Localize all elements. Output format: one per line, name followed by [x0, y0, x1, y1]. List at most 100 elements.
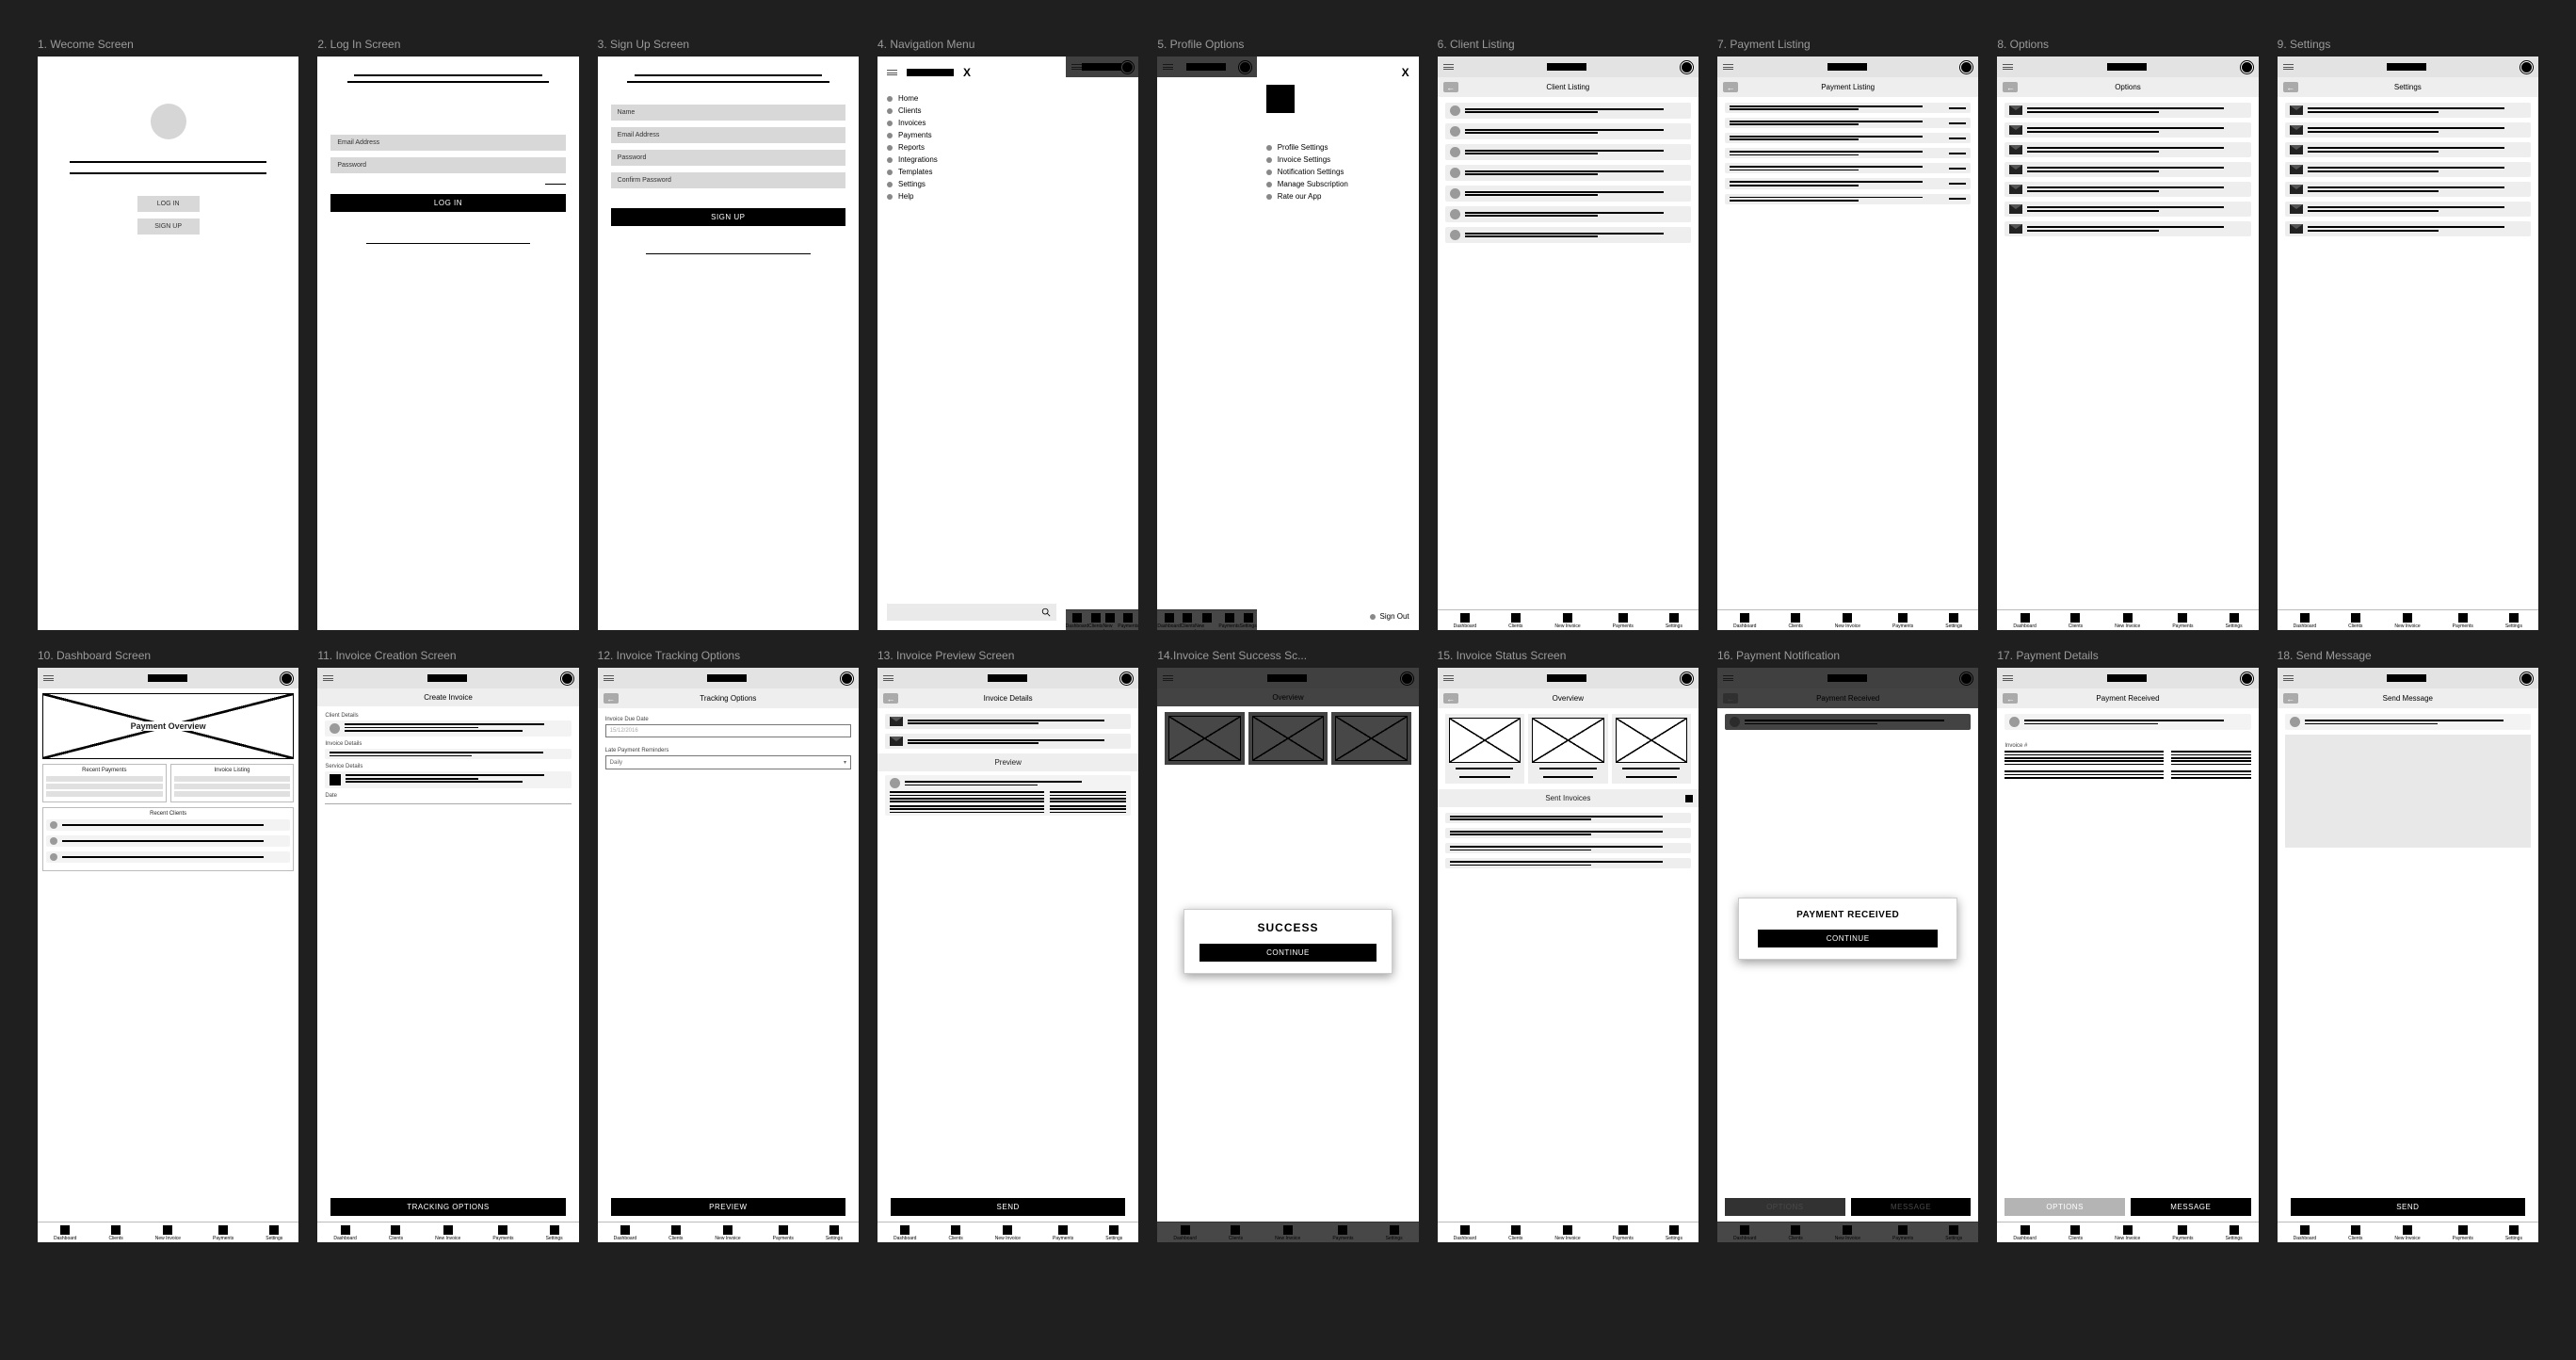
login-cell: 2. Log In Screen Email Address Password …: [317, 38, 578, 630]
list-item[interactable]: [2285, 221, 2531, 236]
nav-item[interactable]: Home: [887, 92, 1056, 105]
close-icon[interactable]: X: [963, 66, 971, 79]
tracking-options-button[interactable]: TRACKING OPTIONS: [330, 1198, 565, 1216]
list-item[interactable]: [1445, 165, 1691, 181]
back-button[interactable]: ←: [1723, 82, 1738, 92]
list-item[interactable]: [1445, 103, 1691, 119]
list-item[interactable]: [1725, 178, 1971, 188]
list-item[interactable]: [2285, 182, 2531, 197]
search-icon[interactable]: [1041, 607, 1051, 617]
avatar-icon[interactable]: [1681, 61, 1693, 73]
hamburger-icon[interactable]: [1443, 64, 1454, 70]
filter-icon[interactable]: [1685, 795, 1693, 802]
nav-item[interactable]: Payments: [887, 129, 1056, 141]
preview-button[interactable]: PREVIEW: [611, 1198, 845, 1216]
list-item[interactable]: [1445, 858, 1691, 868]
back-button[interactable]: ←: [2283, 693, 2298, 704]
email-field[interactable]: Email Address: [330, 135, 565, 151]
back-button[interactable]: ←: [1443, 693, 1458, 704]
list-item[interactable]: [1445, 206, 1691, 222]
profile-item[interactable]: Rate our App: [1266, 190, 1409, 202]
list-item[interactable]: [2004, 122, 2250, 138]
profile-item[interactable]: Manage Subscription: [1266, 178, 1409, 190]
name-field[interactable]: Name: [611, 105, 845, 121]
list-item[interactable]: [2004, 162, 2250, 177]
options-button[interactable]: OPTIONS: [2004, 1198, 2125, 1216]
list-item[interactable]: [1725, 194, 1971, 204]
list-item[interactable]: [2285, 142, 2531, 157]
tab-item[interactable]: Clients: [1508, 613, 1522, 629]
email-field[interactable]: Email Address: [611, 127, 845, 143]
list-item[interactable]: [1445, 227, 1691, 243]
tab-item[interactable]: Dashboard: [1454, 613, 1476, 629]
tab-item[interactable]: Settings: [1666, 613, 1682, 629]
invoice-status-frame: ←Overview Sent Invoices DashboardClients…: [1438, 668, 1699, 1241]
list-item[interactable]: [1445, 186, 1691, 202]
message-button[interactable]: MESSAGE: [2131, 1198, 2251, 1216]
password-field[interactable]: Password: [611, 150, 845, 166]
confirm-password-field[interactable]: Confirm Password: [611, 172, 845, 188]
hamburger-icon[interactable]: [1723, 64, 1733, 70]
profile-item[interactable]: Invoice Settings: [1266, 154, 1409, 166]
list-item[interactable]: [2004, 103, 2250, 118]
continue-button[interactable]: CONTINUE: [1758, 930, 1938, 947]
profile-item[interactable]: Notification Settings: [1266, 166, 1409, 178]
list-item[interactable]: [2004, 202, 2250, 217]
list-item[interactable]: [1725, 163, 1971, 173]
list-item[interactable]: [2285, 162, 2531, 177]
screen-label: 5. Profile Options: [1157, 38, 1418, 51]
back-button[interactable]: ←: [1443, 82, 1458, 92]
nav-item[interactable]: Integrations: [887, 154, 1056, 166]
list-item[interactable]: [885, 734, 1131, 749]
stat-card[interactable]: [1445, 714, 1524, 784]
signup-button[interactable]: SIGN UP: [137, 219, 200, 235]
due-date-input[interactable]: 15/12/2016: [605, 724, 851, 737]
tab-item[interactable]: Payments: [1613, 613, 1634, 629]
list-item[interactable]: [1445, 123, 1691, 139]
back-button[interactable]: ←: [2003, 693, 2018, 704]
login-button[interactable]: LOG IN: [137, 196, 200, 212]
message-textarea[interactable]: [2285, 735, 2531, 848]
profile-item[interactable]: Profile Settings: [1266, 141, 1409, 154]
back-button[interactable]: ←: [604, 693, 619, 704]
avatar-icon[interactable]: [1960, 61, 1972, 73]
nav-item[interactable]: Settings: [887, 178, 1056, 190]
list-item[interactable]: [2285, 103, 2531, 118]
list-item[interactable]: [1725, 133, 1971, 143]
stat-card[interactable]: [1612, 714, 1691, 784]
list-item[interactable]: [2004, 182, 2250, 197]
list-item[interactable]: [885, 714, 1131, 729]
section-label: Service Details: [325, 764, 571, 769]
list-item[interactable]: [2004, 142, 2250, 157]
login-submit[interactable]: LOG IN: [330, 194, 565, 212]
tab-item[interactable]: New Invoice: [1554, 613, 1580, 629]
send-button[interactable]: SEND: [2291, 1198, 2525, 1216]
list-item[interactable]: [1725, 118, 1971, 128]
nav-item[interactable]: Templates: [887, 166, 1056, 178]
hamburger-icon[interactable]: [887, 70, 897, 75]
list-item[interactable]: [1445, 144, 1691, 160]
list-item[interactable]: [1445, 813, 1691, 823]
back-button[interactable]: ←: [883, 693, 898, 704]
nav-item[interactable]: Reports: [887, 141, 1056, 154]
list-item[interactable]: [1445, 843, 1691, 853]
reminder-select[interactable]: Daily▾: [605, 755, 851, 769]
nav-item[interactable]: Invoices: [887, 117, 1056, 129]
password-field[interactable]: Password: [330, 157, 565, 173]
nav-item[interactable]: Help: [887, 190, 1056, 202]
signup-submit[interactable]: SIGN UP: [611, 208, 845, 226]
nav-item[interactable]: Clients: [887, 105, 1056, 117]
list-item[interactable]: [2285, 202, 2531, 217]
signout-button[interactable]: Sign Out: [1370, 612, 1409, 621]
list-item[interactable]: [1725, 103, 1971, 113]
list-item[interactable]: [1725, 148, 1971, 158]
list-item[interactable]: [2285, 122, 2531, 138]
list-item[interactable]: [1445, 828, 1691, 838]
close-icon[interactable]: X: [1266, 66, 1409, 79]
back-button[interactable]: ←: [2003, 82, 2018, 92]
list-item[interactable]: [2004, 221, 2250, 236]
send-button[interactable]: SEND: [891, 1198, 1125, 1216]
continue-button[interactable]: CONTINUE: [1199, 944, 1377, 962]
back-button[interactable]: ←: [2283, 82, 2298, 92]
stat-card[interactable]: [1528, 714, 1607, 784]
